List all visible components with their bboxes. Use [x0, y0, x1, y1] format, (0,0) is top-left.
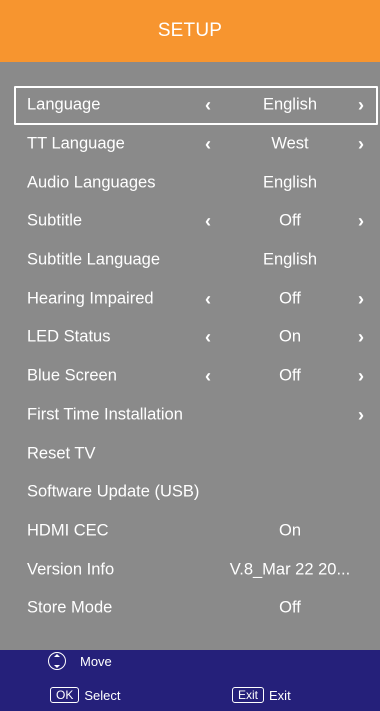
chevron-left-icon[interactable]: ‹	[205, 212, 211, 230]
menu-item-value: English	[262, 250, 318, 269]
dpad-up-down-icon	[48, 652, 66, 670]
chevron-left-icon[interactable]: ‹	[205, 367, 211, 385]
chevron-right-icon[interactable]: ›	[358, 290, 364, 308]
menu-item-subtitle[interactable]: Subtitle ‹ Off ›	[0, 202, 380, 241]
select-hint: OK Select	[50, 687, 120, 703]
menu-item-label: LED Status	[27, 327, 111, 346]
ok-key-icon: OK	[50, 687, 80, 703]
chevron-right-icon[interactable]: ›	[358, 406, 364, 424]
menu-item-label: First Time Installation	[27, 405, 183, 424]
menu-item-label: Subtitle Language	[27, 250, 161, 269]
menu-item-audio-languages[interactable]: Audio Languages English	[0, 163, 380, 202]
menu-item-label: Subtitle	[27, 211, 83, 230]
help-bar: Move OK Select Exit Exit	[0, 650, 380, 711]
setup-menu: Language ‹ English › TT Language ‹ West …	[0, 86, 380, 628]
menu-item-store-mode[interactable]: Store Mode Off	[0, 589, 380, 628]
menu-item-label: HDMI CEC	[27, 521, 109, 540]
chevron-left-icon[interactable]: ‹	[205, 96, 211, 114]
chevron-left-icon[interactable]: ‹	[205, 135, 211, 153]
setup-screen: SETUP Language ‹ English › TT Language ‹…	[0, 0, 380, 711]
menu-item-first-time-installation[interactable]: First Time Installation ›	[0, 396, 380, 435]
menu-item-reset-tv[interactable]: Reset TV	[0, 434, 380, 473]
menu-item-hearing-impaired[interactable]: Hearing Impaired ‹ Off ›	[0, 279, 380, 318]
chevron-right-icon[interactable]: ›	[358, 328, 364, 346]
chevron-right-icon[interactable]: ›	[358, 367, 364, 385]
menu-item-value: Off	[279, 366, 301, 385]
chevron-left-icon[interactable]: ‹	[205, 290, 211, 308]
menu-item-value: Off	[279, 598, 301, 617]
menu-item-label: Audio Languages	[27, 173, 156, 192]
move-hint: Move	[48, 652, 112, 670]
menu-item-value: English	[262, 173, 318, 192]
menu-item-software-update[interactable]: Software Update (USB)	[0, 473, 380, 512]
menu-item-value: Off	[279, 211, 301, 230]
chevron-right-icon[interactable]: ›	[358, 96, 364, 114]
menu-item-label: Language	[27, 95, 101, 114]
menu-item-value: On	[278, 327, 301, 346]
move-label: Move	[80, 653, 112, 669]
menu-item-label: Software Update (USB)	[27, 482, 200, 501]
exit-key-icon: Exit	[232, 687, 265, 703]
menu-item-label: Version Info	[27, 560, 115, 579]
menu-item-value: V.8_Mar 22 20...	[229, 560, 351, 579]
setup-header: SETUP	[0, 0, 380, 62]
menu-item-tt-language[interactable]: TT Language ‹ West ›	[0, 125, 380, 164]
chevron-right-icon[interactable]: ›	[358, 212, 364, 230]
menu-item-hdmi-cec[interactable]: HDMI CEC On	[0, 512, 380, 551]
exit-label: Exit	[269, 687, 291, 703]
menu-item-led-status[interactable]: LED Status ‹ On ›	[0, 318, 380, 357]
menu-item-label: Reset TV	[27, 444, 96, 463]
menu-item-blue-screen[interactable]: Blue Screen ‹ Off ›	[0, 357, 380, 396]
chevron-right-icon[interactable]: ›	[358, 135, 364, 153]
menu-item-subtitle-language[interactable]: Subtitle Language English	[0, 241, 380, 280]
page-title: SETUP	[157, 20, 223, 41]
menu-item-language[interactable]: Language ‹ English ›	[0, 86, 380, 125]
menu-item-value: On	[278, 521, 301, 540]
menu-item-value: English	[262, 95, 318, 114]
chevron-left-icon[interactable]: ‹	[205, 328, 211, 346]
menu-item-version-info[interactable]: Version Info V.8_Mar 22 20...	[0, 550, 380, 589]
menu-item-value: Off	[279, 289, 301, 308]
exit-hint: Exit Exit	[232, 687, 291, 703]
menu-item-label: Store Mode	[27, 598, 113, 617]
select-label: Select	[84, 687, 121, 703]
menu-item-label: Blue Screen	[27, 366, 117, 385]
setup-panel: Language ‹ English › TT Language ‹ West …	[0, 62, 380, 650]
menu-item-value: West	[271, 134, 309, 153]
menu-item-label: Hearing Impaired	[27, 289, 154, 308]
menu-item-label: TT Language	[27, 134, 125, 153]
